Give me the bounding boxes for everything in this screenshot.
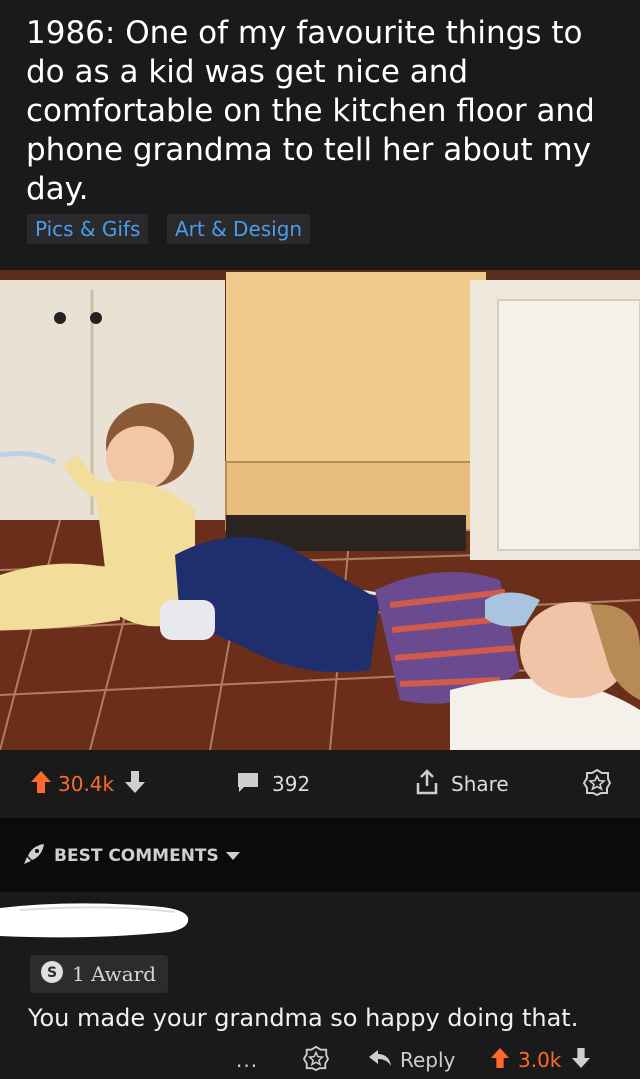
comment-count: 392	[272, 772, 311, 796]
post-score: 30.4k	[58, 772, 115, 796]
svg-text:S: S	[47, 965, 57, 981]
share-icon	[415, 768, 439, 800]
post-vote-control: 30.4k	[30, 770, 146, 798]
arrow-down-icon[interactable]	[124, 770, 146, 799]
sort-label: BEST COMMENTS	[54, 846, 219, 866]
comment-sort-dropdown[interactable]: BEST COMMENTS	[22, 842, 241, 870]
comment-action-bar: ... Reply 3.0k	[0, 1044, 640, 1076]
reply-label: Reply	[400, 1048, 456, 1072]
award-icon	[582, 768, 612, 801]
chevron-down-icon	[225, 846, 241, 866]
post-title[interactable]: 1986: One of my favourite things to do a…	[26, 14, 616, 209]
redacted-username	[0, 898, 200, 946]
post-image[interactable]	[0, 270, 640, 750]
award-icon	[302, 1045, 330, 1076]
comment-vote-control: 3.0k	[490, 1044, 591, 1076]
share-label: Share	[451, 772, 509, 796]
silver-award-icon: S	[40, 960, 64, 989]
more-options-button[interactable]: ...	[236, 1044, 258, 1076]
post-action-bar: 30.4k 392 Share	[0, 750, 640, 818]
comment-text: You made your grandma so happy doing tha…	[28, 1004, 579, 1032]
give-award-button[interactable]	[582, 768, 612, 801]
comments-button[interactable]: 392	[236, 770, 310, 798]
comment-award-button[interactable]	[302, 1044, 330, 1076]
reply-button[interactable]: Reply	[368, 1044, 455, 1076]
award-count-label: 1 Award	[72, 962, 157, 986]
reply-arrow-icon	[368, 1048, 392, 1073]
award-badge[interactable]: S 1 Award	[30, 955, 169, 993]
flair-pics-gifs[interactable]: Pics & Gifs	[27, 214, 149, 244]
share-button[interactable]: Share	[415, 768, 509, 800]
arrow-down-icon[interactable]	[571, 1047, 591, 1074]
arrow-up-icon[interactable]	[30, 770, 52, 799]
arrow-up-icon[interactable]	[490, 1047, 510, 1074]
post-header: 1986: One of my favourite things to do a…	[0, 0, 640, 270]
comment-score: 3.0k	[518, 1048, 562, 1072]
flair-art-design[interactable]: Art & Design	[167, 214, 311, 244]
rocket-icon	[22, 842, 46, 871]
speech-bubble-icon	[236, 771, 260, 798]
